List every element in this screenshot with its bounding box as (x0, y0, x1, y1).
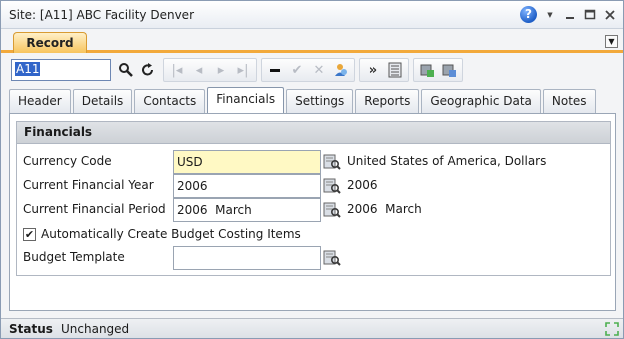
first-icon[interactable]: |◂ (166, 59, 188, 81)
last-icon[interactable]: ▸| (232, 59, 254, 81)
tab-header[interactable]: Header (9, 89, 71, 113)
search-icon[interactable] (115, 59, 137, 81)
currency-code-label: Currency Code (23, 154, 112, 168)
tab-bar: Header Details Contacts Financials Setti… (9, 87, 598, 113)
financial-period-label: Current Financial Period (23, 202, 166, 216)
lookup-icon[interactable] (323, 201, 341, 219)
tab-details[interactable]: Details (72, 89, 133, 113)
view-group: » (359, 58, 409, 82)
financial-year-label: Current Financial Year (23, 178, 154, 192)
lookup-icon[interactable] (323, 249, 341, 267)
database-icon[interactable] (438, 59, 460, 81)
financial-period-row: Current Financial Period 2006 March 2006… (17, 198, 610, 222)
financial-year-row: Current Financial Year 2006 2006 (17, 174, 610, 198)
check-icon[interactable]: ✔ (286, 59, 308, 81)
budget-template-field[interactable] (173, 246, 321, 270)
data-group (413, 58, 463, 82)
tab-reports[interactable]: Reports (355, 89, 420, 113)
chevron-down-icon[interactable]: ▼ (605, 35, 618, 48)
budget-template-label: Budget Template (23, 250, 125, 264)
tab-settings[interactable]: Settings (286, 89, 354, 113)
toolbar: A11 |◂ ◂ ▸ ▸| ✔ ✕ » (5, 57, 619, 83)
cancel-icon[interactable]: ✕ (308, 59, 330, 81)
edit-group: ✔ ✕ (261, 58, 355, 82)
auto-budget-checkbox[interactable]: ✔ (23, 228, 36, 241)
section-title: Financials (17, 122, 610, 144)
record-tab[interactable]: Record (13, 32, 87, 53)
budget-template-row: Budget Template (17, 246, 610, 270)
financials-panel: Financials Currency Code USD United Stat… (9, 113, 616, 311)
lookup-icon[interactable] (323, 177, 341, 195)
user-icon[interactable] (330, 59, 352, 81)
list-icon[interactable] (384, 59, 406, 81)
financial-period-field[interactable]: 2006 March (173, 198, 321, 222)
tab-contacts[interactable]: Contacts (134, 89, 206, 113)
help-icon[interactable]: ? (520, 6, 537, 23)
tab-financials[interactable]: Financials (207, 87, 285, 113)
tab-notes[interactable]: Notes (542, 89, 596, 113)
next-icon[interactable]: ▸ (210, 59, 232, 81)
tab-geographic-data[interactable]: Geographic Data (421, 89, 541, 113)
financial-period-description: 2006 March (347, 202, 422, 216)
maximize-icon[interactable] (583, 8, 597, 22)
record-id-value: A11 (15, 62, 41, 76)
financial-year-field[interactable]: 2006 (173, 174, 321, 198)
resize-icon[interactable] (604, 321, 620, 337)
currency-code-row: Currency Code USD United States of Ameri… (17, 150, 610, 174)
status-value: Unchanged (61, 322, 130, 336)
financial-year-description: 2006 (347, 178, 378, 192)
help-menu-icon[interactable]: ▼ (543, 8, 557, 22)
window-title: Site: [A11] ABC Facility Denver (9, 8, 194, 22)
window-controls: ? ▼ (520, 6, 617, 23)
forward-icon[interactable]: » (362, 59, 384, 81)
minimize-icon[interactable] (563, 8, 577, 22)
status-label: Status (9, 322, 53, 336)
financials-section: Financials Currency Code USD United Stat… (16, 121, 611, 276)
close-icon[interactable] (603, 8, 617, 22)
add-database-icon[interactable] (416, 59, 438, 81)
minus-icon[interactable] (264, 59, 286, 81)
previous-icon[interactable]: ◂ (188, 59, 210, 81)
lookup-icon[interactable] (323, 153, 341, 171)
window: Site: [A11] ABC Facility Denver ? ▼ Reco… (0, 0, 624, 339)
status-bar: Status Unchanged (1, 318, 623, 338)
currency-description: United States of America, Dollars (347, 154, 547, 168)
title-bar: Site: [A11] ABC Facility Denver ? ▼ (1, 1, 623, 29)
record-id-input[interactable]: A11 (11, 59, 111, 81)
currency-code-field[interactable]: USD (173, 150, 321, 174)
auto-budget-label: Automatically Create Budget Costing Item… (41, 227, 301, 241)
auto-budget-row: ✔ Automatically Create Budget Costing It… (17, 224, 610, 248)
refresh-icon[interactable] (137, 59, 159, 81)
record-tab-strip: Record ▼ (1, 29, 623, 53)
navigation-group: |◂ ◂ ▸ ▸| (163, 58, 257, 82)
